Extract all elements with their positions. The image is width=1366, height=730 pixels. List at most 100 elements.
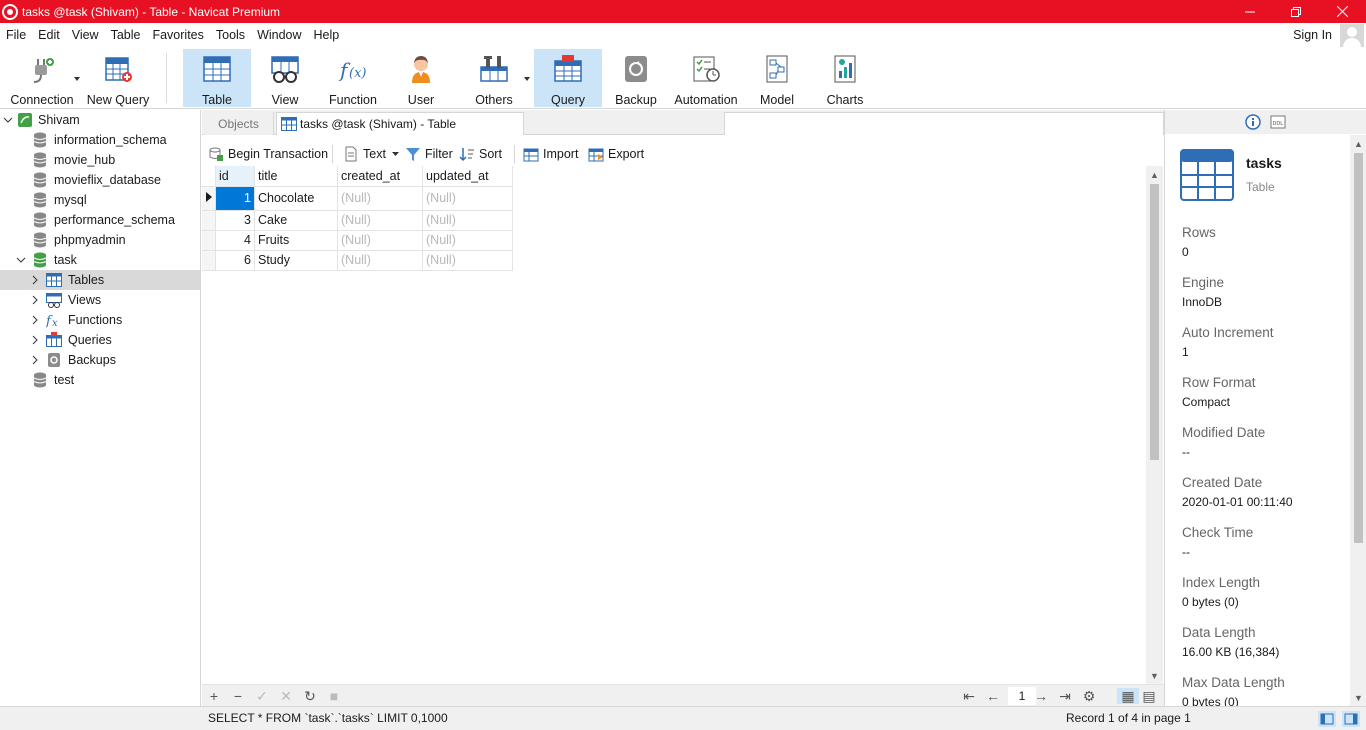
ddl-icon[interactable]: DDL [1270,114,1286,130]
table-button[interactable]: Table [183,49,251,107]
export-button[interactable]: Export [588,142,644,166]
scroll-thumb[interactable] [1150,184,1159,460]
cell-created-at[interactable]: (Null) [337,210,423,231]
info-icon[interactable] [1245,114,1261,130]
tree-item-backups[interactable]: Backups [0,350,200,370]
chevron-down-icon[interactable] [74,77,80,81]
add-record-icon[interactable]: + [206,688,222,704]
delete-record-icon[interactable]: − [230,688,246,704]
settings-gear-icon[interactable]: ⚙ [1081,688,1097,704]
cell-created-at[interactable]: (Null) [337,250,423,271]
grid-view-icon[interactable]: ▦ [1117,688,1139,704]
scroll-up-icon[interactable]: ▲ [1350,135,1366,152]
table-row[interactable]: 1 Chocolate (Null) (Null) [202,186,513,211]
cell-id[interactable]: 3 [215,210,255,231]
tree-db-performance-schema[interactable]: performance_schema [0,210,200,230]
tab-objects[interactable]: Objects [204,112,274,135]
tree-db-information-schema[interactable]: information_schema [0,130,200,150]
query-button[interactable]: Query [534,49,602,107]
column-header-title[interactable]: title [254,166,338,187]
scroll-down-icon[interactable]: ▼ [1146,667,1163,684]
page-number-input[interactable]: 1 [1008,687,1036,705]
discard-changes-icon[interactable]: ✕ [278,688,294,704]
cell-created-at[interactable]: (Null) [337,230,423,251]
cell-updated-at[interactable]: (Null) [422,230,513,251]
menu-file[interactable]: File [0,28,32,42]
cell-updated-at[interactable]: (Null) [422,210,513,231]
column-header-updated-at[interactable]: updated_at [422,166,513,187]
next-page-icon[interactable]: → [1033,688,1049,704]
tree-db-phpmyadmin[interactable]: phpmyadmin [0,230,200,250]
cell-updated-at[interactable]: (Null) [422,186,513,211]
cell-updated-at[interactable]: (Null) [422,250,513,271]
cell-title[interactable]: Chocolate [254,186,338,211]
cell-created-at[interactable]: (Null) [337,186,423,211]
sort-button[interactable]: Sort [459,142,502,166]
cell-title[interactable]: Cake [254,210,338,231]
scroll-up-icon[interactable]: ▲ [1146,166,1163,183]
grid-vertical-scrollbar[interactable]: ▲ ▼ [1146,166,1163,684]
model-button[interactable]: Model [744,49,810,107]
view-button[interactable]: View [252,49,318,107]
tree-db-test[interactable]: test [0,370,200,390]
tree-item-views[interactable]: Views [0,290,200,310]
last-page-icon[interactable]: ⇥ [1057,688,1073,704]
stop-icon[interactable]: ■ [326,688,342,704]
filter-button[interactable]: Filter [405,142,453,166]
avatar[interactable] [1340,24,1364,48]
table-row[interactable]: 4 Fruits (Null) (Null) [202,230,513,251]
close-button[interactable] [1319,0,1365,23]
tree-db-task[interactable]: task [0,250,200,270]
menu-favorites[interactable]: Favorites [146,28,209,42]
chevron-down-icon[interactable] [524,77,530,81]
menu-view[interactable]: View [66,28,105,42]
toggle-right-pane-icon[interactable] [1342,711,1360,727]
refresh-icon[interactable]: ↻ [302,688,318,704]
menu-table[interactable]: Table [105,28,147,42]
toggle-left-pane-icon[interactable] [1318,711,1336,727]
menu-help[interactable]: Help [308,28,346,42]
tree-db-mysql[interactable]: mysql [0,190,200,210]
tree-db-movieflix-database[interactable]: movieflix_database [0,170,200,190]
column-header-id[interactable]: id [215,166,255,187]
automation-button[interactable]: Automation [672,49,740,107]
tab-tasks-table[interactable]: tasks @task (Shivam) - Table [276,112,524,135]
cell-id[interactable]: 1 [215,186,255,211]
first-page-icon[interactable]: ⇤ [961,688,977,704]
scroll-down-icon[interactable]: ▼ [1350,689,1366,706]
scroll-thumb[interactable] [1354,153,1363,543]
backup-button[interactable]: Backup [604,49,668,107]
prop-label-max-data-length: Max Data Length [1182,675,1285,690]
previous-page-icon[interactable]: ← [985,688,1001,704]
tree-item-functions[interactable]: fx Functions [0,310,200,330]
menu-edit[interactable]: Edit [32,28,66,42]
cell-id[interactable]: 6 [215,250,255,271]
charts-button[interactable]: Charts [812,49,878,107]
menu-tools[interactable]: Tools [210,28,251,42]
minimize-button[interactable] [1227,0,1273,23]
connection-button[interactable]: Connection [6,49,78,107]
user-button[interactable]: User [388,49,454,107]
import-button[interactable]: Import [523,142,578,166]
begin-transaction-button[interactable]: Begin Transaction [208,142,328,166]
new-query-button[interactable]: New Query [86,49,150,107]
function-button[interactable]: f (x) Function [320,49,386,107]
others-button[interactable]: Others [460,49,528,107]
text-view-button[interactable]: Text [343,142,400,166]
cell-id[interactable]: 4 [215,230,255,251]
apply-changes-icon[interactable]: ✓ [254,688,270,704]
table-row[interactable]: 3 Cake (Null) (Null) [202,210,513,231]
cell-title[interactable]: Study [254,250,338,271]
table-row[interactable]: 6 Study (Null) (Null) [202,250,513,271]
tree-connection-shivam[interactable]: Shivam [0,110,200,130]
form-view-icon[interactable]: ▤ [1141,688,1157,704]
tree-db-movie-hub[interactable]: movie_hub [0,150,200,170]
tree-item-queries[interactable]: Queries [0,330,200,350]
info-panel-scrollbar[interactable]: ▲ ▼ [1350,135,1366,706]
restore-button[interactable] [1273,0,1319,23]
cell-title[interactable]: Fruits [254,230,338,251]
sign-in-link[interactable]: Sign In [1293,28,1332,42]
column-header-created-at[interactable]: created_at [337,166,423,187]
menu-window[interactable]: Window [251,28,307,42]
tree-item-tables[interactable]: Tables [0,270,200,290]
